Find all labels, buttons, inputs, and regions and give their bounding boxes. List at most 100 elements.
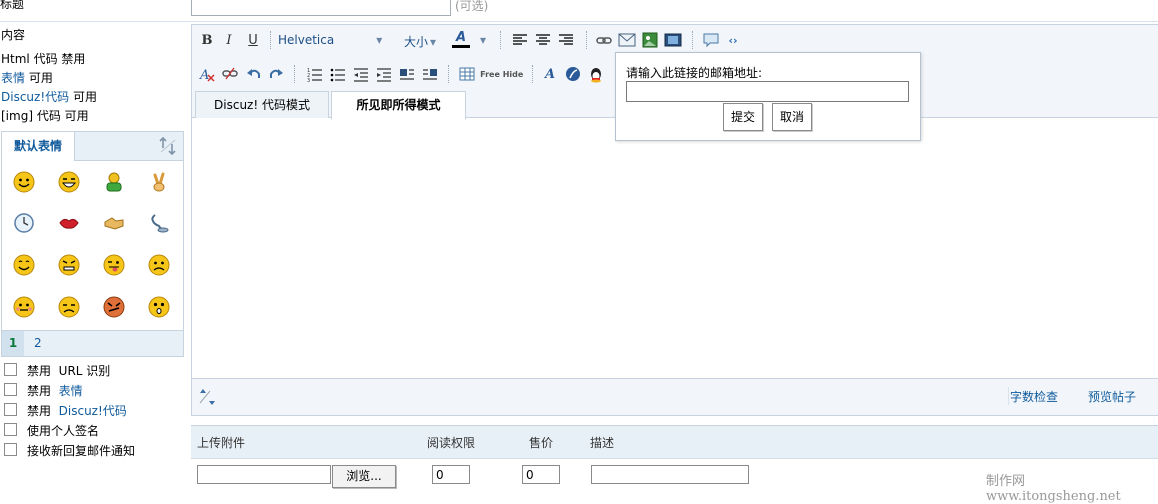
chevron-down-icon: ▾	[430, 35, 437, 49]
unordered-list-icon[interactable]	[329, 65, 347, 83]
align-left-icon[interactable]	[511, 31, 529, 49]
shy-icon[interactable]	[13, 296, 35, 318]
phone-icon[interactable]	[148, 212, 170, 234]
outdent-icon[interactable]	[352, 65, 370, 83]
lips-icon[interactable]	[58, 212, 80, 234]
price-header: 售价	[529, 436, 554, 450]
tab-wysiwyg-mode[interactable]: 所见即所得模式	[331, 91, 466, 120]
read-permission-header: 阅读权限	[427, 436, 476, 450]
page-1[interactable]: 1	[2, 331, 24, 356]
happy-icon[interactable]	[13, 254, 35, 276]
media-icon[interactable]	[664, 31, 682, 49]
option-use-signature: 使用个人签名	[4, 421, 99, 441]
surprised-icon[interactable]	[148, 296, 170, 318]
grin-icon[interactable]	[58, 171, 80, 193]
status-smilies: 表情 可用	[1, 69, 97, 88]
code-icon[interactable]: ‹›	[724, 31, 742, 49]
toolbar-separator	[294, 65, 296, 83]
status-name-link[interactable]: Discuz!代码	[1, 90, 69, 104]
free-tag-icon[interactable]: Free	[480, 65, 500, 83]
title-row: 标题 (可选)	[0, 0, 1158, 22]
sad-icon[interactable]	[148, 254, 170, 276]
smile-icon[interactable]	[13, 171, 35, 193]
option-disable-smilies: 禁用 表情	[4, 381, 83, 401]
toolbar-separator	[692, 31, 694, 49]
price-input[interactable]: 0	[522, 465, 560, 484]
page-2[interactable]: 2	[34, 336, 42, 350]
link-icon[interactable]	[595, 31, 613, 49]
checkbox[interactable]	[4, 423, 17, 436]
file-path-input[interactable]	[197, 465, 331, 484]
font-style-icon[interactable]: A	[541, 65, 559, 83]
toolbar-separator	[586, 31, 588, 49]
font-color-button[interactable]: A	[452, 30, 470, 48]
read-permission-input[interactable]: 0	[432, 465, 470, 484]
angry-icon[interactable]	[58, 254, 80, 276]
unlink-icon[interactable]	[221, 65, 239, 83]
flash-icon[interactable]	[564, 65, 582, 83]
tab-code-mode[interactable]: Discuz! 代码模式	[195, 91, 329, 118]
font-select[interactable]: Helvetica ▾	[278, 33, 382, 47]
description-input[interactable]	[591, 465, 749, 484]
font-select-value: Helvetica	[278, 33, 335, 47]
handshake-icon[interactable]	[103, 212, 125, 234]
upload-header: 上传附件	[197, 436, 246, 450]
option-text-link[interactable]: Discuz!代码	[59, 404, 127, 418]
undo-icon[interactable]	[245, 65, 263, 83]
description-header: 描述	[590, 436, 615, 450]
status-value: 禁用	[61, 52, 86, 66]
align-center-icon[interactable]	[534, 31, 552, 49]
align-right-icon[interactable]	[557, 31, 575, 49]
quote-icon[interactable]	[702, 31, 720, 49]
swap-arrows-icon[interactable]	[158, 136, 178, 156]
hide-tag-icon[interactable]: Hide	[503, 65, 524, 83]
option-prefix: 禁用	[27, 404, 52, 418]
emote-tab-default[interactable]: 默认表情	[2, 132, 75, 161]
checkbox[interactable]	[4, 443, 17, 456]
bold-button[interactable]: B	[198, 31, 216, 49]
title-label: 标题	[0, 0, 25, 11]
redo-icon[interactable]	[267, 65, 285, 83]
checkbox[interactable]	[4, 383, 17, 396]
checkbox[interactable]	[4, 403, 17, 416]
preview-post-button[interactable]: 预览帖子	[1088, 388, 1136, 405]
person-green-icon[interactable]	[103, 171, 125, 193]
resize-icon[interactable]	[198, 387, 220, 407]
checkbox[interactable]	[4, 363, 17, 376]
email-address-input[interactable]	[626, 81, 909, 102]
title-input[interactable]	[191, 0, 451, 16]
status-img: [img] 代码 可用	[1, 107, 97, 126]
editor-footer: 字数检查 预览帖子	[192, 378, 1158, 415]
cancel-button[interactable]: 取消	[772, 103, 813, 131]
image-icon[interactable]	[641, 31, 659, 49]
email-link-icon[interactable]	[618, 31, 636, 49]
status-name-link[interactable]: 表情	[1, 71, 25, 85]
float-right-icon[interactable]	[421, 65, 439, 83]
editor-content-area[interactable]	[192, 118, 1158, 377]
remove-format-icon[interactable]: A	[198, 65, 216, 83]
underline-button[interactable]: U	[244, 31, 262, 49]
wink-tongue-icon[interactable]	[103, 254, 125, 276]
ordered-list-icon[interactable]: 123	[306, 65, 324, 83]
float-left-icon[interactable]	[398, 65, 416, 83]
submit-button[interactable]: 提交	[723, 103, 764, 131]
victory-hand-icon[interactable]	[148, 171, 170, 193]
option-text: 使用个人签名	[27, 424, 100, 438]
cry-icon[interactable]	[58, 296, 80, 318]
qq-penguin-icon[interactable]	[587, 65, 605, 83]
option-text-link[interactable]: 表情	[59, 384, 83, 398]
italic-button[interactable]: I	[220, 31, 238, 49]
emote-tabbar: 默认表情	[2, 132, 183, 161]
size-select-value: 大小	[404, 35, 429, 49]
indent-icon[interactable]	[375, 65, 393, 83]
option-disable-url: 禁用 URL 识别	[4, 361, 110, 381]
mad-icon[interactable]	[103, 296, 125, 318]
svg-text:3: 3	[307, 78, 310, 83]
status-discuzcode: Discuz!代码 可用	[1, 88, 97, 107]
size-select[interactable]: 大小 ▾	[404, 33, 436, 50]
browse-button[interactable]: 浏览...	[332, 465, 396, 488]
clock-icon[interactable]	[13, 212, 35, 234]
chevron-down-icon[interactable]: ▾	[480, 33, 486, 47]
word-count-button[interactable]: 字数检查	[1010, 388, 1058, 405]
table-icon[interactable]	[458, 65, 476, 83]
